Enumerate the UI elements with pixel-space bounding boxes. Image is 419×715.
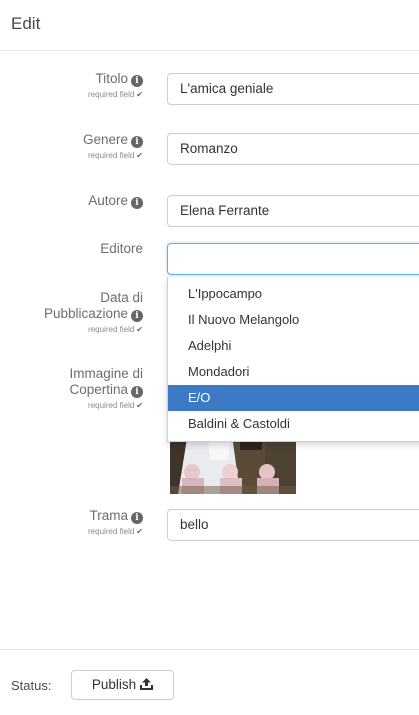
required-text: required field bbox=[88, 151, 135, 160]
titolo-label: Titolo i required field ✔ bbox=[88, 71, 143, 100]
check-icon: ✔ bbox=[136, 90, 143, 99]
editore-option[interactable]: Mondadori bbox=[168, 359, 419, 385]
copertina-label-line1: Immagine di bbox=[69, 366, 143, 381]
required-hint: required field ✔ bbox=[69, 401, 143, 411]
data-label-line2: Pubblicazione bbox=[43, 306, 128, 321]
status-label: Status: bbox=[11, 678, 52, 693]
page-title: Edit bbox=[11, 14, 41, 33]
required-hint: required field ✔ bbox=[88, 527, 143, 537]
required-hint: required field ✔ bbox=[88, 90, 143, 100]
check-icon: ✔ bbox=[136, 325, 143, 334]
trama-label-text: Trama bbox=[89, 508, 128, 523]
autore-label: Autore i bbox=[88, 193, 143, 209]
genere-label: Genere i required field ✔ bbox=[83, 132, 143, 161]
editore-option[interactable]: Il Nuovo Melangolo bbox=[168, 307, 419, 333]
required-text: required field bbox=[88, 90, 135, 99]
copertina-label: Immagine di Copertina i required field ✔ bbox=[69, 366, 143, 411]
editore-option[interactable]: Baldini & Castoldi bbox=[168, 411, 419, 437]
editore-option[interactable]: L'Ippocampo bbox=[168, 281, 419, 307]
check-icon: ✔ bbox=[136, 151, 143, 160]
info-icon[interactable]: i bbox=[131, 310, 143, 322]
editore-options: L'Ippocampo Il Nuovo Melangolo Adelphi M… bbox=[168, 277, 419, 437]
required-text: required field bbox=[88, 401, 135, 410]
info-icon[interactable]: i bbox=[131, 386, 143, 398]
trama-label: Trama i required field ✔ bbox=[88, 508, 143, 537]
check-icon: ✔ bbox=[136, 401, 143, 410]
info-icon[interactable]: i bbox=[131, 512, 143, 524]
editore-label-text: Editore bbox=[100, 241, 143, 256]
editore-label: Editore bbox=[100, 241, 143, 257]
required-hint: required field ✔ bbox=[44, 325, 143, 335]
titolo-input[interactable]: L'amica geniale bbox=[167, 73, 419, 105]
info-icon[interactable]: i bbox=[131, 197, 143, 209]
editore-dropdown: L'Ippocampo Il Nuovo Melangolo Adelphi M… bbox=[167, 277, 419, 442]
required-text: required field bbox=[88, 527, 135, 536]
data-pubblicazione-label: Data di Pubblicazione i required field ✔ bbox=[44, 290, 143, 335]
titolo-label-text: Titolo bbox=[95, 71, 128, 86]
required-text: required field bbox=[88, 325, 135, 334]
autore-label-text: Autore bbox=[88, 193, 128, 208]
upload-icon bbox=[140, 678, 154, 690]
info-icon[interactable]: i bbox=[131, 75, 143, 87]
publish-label: Publish bbox=[91, 677, 137, 692]
data-label-line1: Data di bbox=[100, 290, 143, 305]
publish-button[interactable]: Publish bbox=[71, 670, 174, 700]
copertina-label-line2: Copertina bbox=[69, 382, 128, 397]
required-hint: required field ✔ bbox=[83, 151, 143, 161]
page-header: Edit bbox=[0, 0, 419, 51]
info-icon[interactable]: i bbox=[131, 136, 143, 148]
genere-label-text: Genere bbox=[82, 132, 128, 147]
editore-select[interactable] bbox=[167, 243, 419, 275]
genere-input[interactable]: Romanzo bbox=[167, 133, 419, 165]
trama-input[interactable]: bello bbox=[167, 509, 419, 541]
footer: Status: Publish bbox=[0, 649, 419, 715]
editore-option-highlighted[interactable]: E/O bbox=[168, 385, 419, 411]
autore-input[interactable]: Elena Ferrante bbox=[167, 195, 419, 227]
check-icon: ✔ bbox=[136, 527, 143, 536]
editore-option[interactable]: Adelphi bbox=[168, 333, 419, 359]
